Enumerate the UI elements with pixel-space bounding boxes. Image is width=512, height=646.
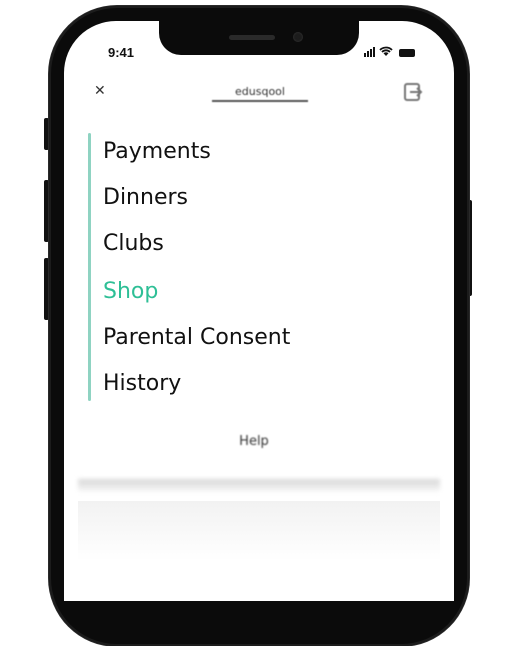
- nav-menu: Payments Dinners Clubs Shop Parental Con…: [88, 133, 388, 405]
- logout-icon: [404, 83, 423, 101]
- close-icon: ✕: [94, 83, 106, 99]
- menu-item-parental-consent[interactable]: Parental Consent: [103, 325, 290, 350]
- content-divider: [78, 479, 440, 493]
- speaker-grille: [229, 35, 275, 40]
- battery-icon: [399, 49, 415, 57]
- menu-item-clubs[interactable]: Clubs: [103, 231, 164, 256]
- menu-rail: [88, 133, 91, 401]
- front-camera: [293, 32, 303, 42]
- status-icons: [364, 45, 415, 57]
- menu-item-payments[interactable]: Payments: [103, 139, 211, 164]
- status-time: 9:41: [108, 45, 135, 60]
- app-title: edusqool: [212, 85, 308, 102]
- background-content: [78, 501, 440, 561]
- menu-item-shop[interactable]: Shop: [103, 279, 158, 304]
- help-link[interactable]: Help: [224, 434, 284, 449]
- signal-icon: [364, 47, 375, 57]
- menu-item-history[interactable]: History: [103, 371, 181, 396]
- wifi-icon: [379, 46, 393, 56]
- notch: [159, 21, 359, 55]
- logout-button[interactable]: [401, 81, 427, 103]
- close-button[interactable]: ✕: [94, 83, 106, 99]
- menu-item-dinners[interactable]: Dinners: [103, 185, 188, 210]
- phone-screen: 9:41 ✕ edusqool Payments Dinners Clubs S…: [64, 21, 454, 601]
